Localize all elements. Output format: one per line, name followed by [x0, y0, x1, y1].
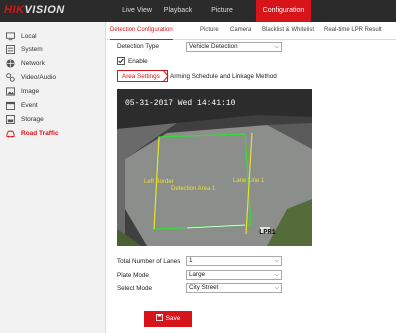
subtab-arrow-icon: [162, 70, 169, 82]
sidebar-item-label: Video/Audio: [21, 74, 56, 81]
sidebar-item-label: Image: [21, 88, 40, 95]
tab-camera[interactable]: Camera: [230, 22, 251, 39]
enable-row: Enable: [117, 57, 148, 65]
sidebar-item-system[interactable]: System: [6, 43, 43, 56]
lanes-value: 1: [189, 257, 193, 264]
sidebar-item-event[interactable]: Event: [6, 99, 38, 112]
sidebar-item-label: Road Traffic: [21, 130, 59, 137]
nav-live-view[interactable]: Live View: [121, 0, 153, 22]
sidebar-item-road-traffic[interactable]: Road Traffic: [6, 127, 59, 140]
image-icon: [6, 87, 15, 96]
video-scene: [117, 89, 312, 246]
tab-picture[interactable]: Picture: [200, 22, 219, 39]
check-icon: [118, 58, 124, 64]
enable-checkbox[interactable]: [117, 57, 125, 65]
sidebar-item-storage[interactable]: Storage: [6, 113, 44, 126]
calendar-icon: [6, 101, 15, 110]
detection-type-select[interactable]: Vehicle Detection ⌵: [186, 42, 282, 52]
chevron-down-icon: ⌵: [274, 272, 279, 278]
logo: HIKVISION: [4, 4, 65, 16]
car-icon: [6, 130, 15, 138]
save-label: Save: [165, 315, 181, 322]
tab-detection-configuration[interactable]: Detection Configuration: [110, 22, 173, 40]
detection-type-value: Vehicle Detection: [189, 43, 238, 50]
config-tabs: Detection Configuration Picture Camera B…: [107, 22, 396, 40]
plate-mode-select[interactable]: Large ⌵: [186, 270, 282, 280]
system-icon: [6, 45, 15, 54]
plate-mode-label: Plate Mode: [117, 272, 149, 279]
sidebar-item-label: System: [21, 46, 43, 53]
lanes-select[interactable]: 1 ⌵: [186, 256, 282, 266]
video-timestamp: 05-31-2017 Wed 14:41:10: [125, 99, 236, 108]
sidebar-item-label: Network: [21, 60, 45, 67]
nav-configuration[interactable]: Configuration: [256, 0, 311, 22]
select-mode-label: Select Mode: [117, 285, 153, 292]
lpr-label: LPR1: [259, 229, 276, 237]
top-nav-bar: HIKVISION Live View Playback Picture Con…: [0, 0, 396, 22]
select-mode-value: City Street: [189, 284, 219, 291]
video-preview[interactable]: 05-31-2017 Wed 14:41:10 Left Border Dete…: [117, 89, 312, 246]
nav-playback[interactable]: Playback: [163, 0, 193, 22]
save-button[interactable]: Save: [144, 311, 192, 327]
sidebar-item-label: Local: [21, 33, 37, 40]
chevron-down-icon: ⌵: [274, 285, 279, 291]
globe-icon: [6, 59, 15, 68]
tab-blacklist-whitelist[interactable]: Blacklist & Whitelist: [262, 22, 314, 39]
detection-type-label: Detection Type: [117, 43, 159, 50]
left-border-label: Left Border: [144, 179, 174, 185]
select-mode-select[interactable]: City Street ⌵: [186, 283, 282, 293]
lane-line-label: Lane Line 1: [233, 178, 265, 184]
floppy-icon: [155, 313, 163, 322]
sidebar-item-network[interactable]: Network: [6, 57, 45, 70]
sidebar-item-label: Event: [21, 102, 38, 109]
video-audio-icon: [6, 73, 15, 82]
sidebar: Local System Network Video/Audio Image E…: [0, 22, 106, 333]
nav-picture[interactable]: Picture: [208, 0, 236, 22]
chevron-down-icon: ⌵: [274, 258, 279, 264]
chevron-down-icon: ⌵: [274, 44, 279, 50]
sidebar-item-video-audio[interactable]: Video/Audio: [6, 71, 56, 84]
plate-mode-value: Large: [189, 271, 206, 278]
monitor-icon: [6, 32, 15, 41]
sidebar-item-label: Storage: [21, 116, 44, 123]
subtab-arming-schedule[interactable]: Arming Schedule and Linkage Method: [170, 73, 277, 80]
sidebar-item-local[interactable]: Local: [6, 30, 37, 43]
storage-icon: [6, 115, 15, 124]
subtab-area-settings[interactable]: Area Settings: [122, 73, 160, 80]
lanes-label: Total Number of Lanes: [117, 258, 181, 265]
sidebar-item-image[interactable]: Image: [6, 85, 39, 98]
detection-area-label: Detection Area 1: [171, 186, 216, 192]
tab-realtime-lpr-result[interactable]: Real-time LPR Result: [324, 22, 382, 39]
enable-label: Enable: [128, 57, 148, 65]
